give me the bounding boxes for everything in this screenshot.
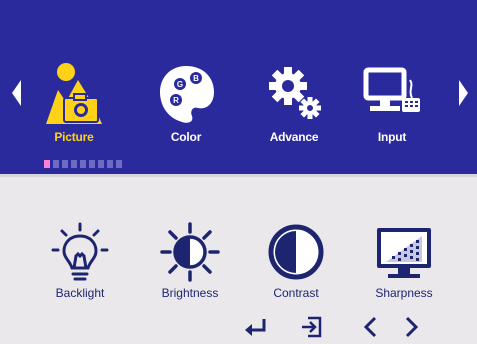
osd-screen: Picture B G R Color Advance Input Backli…	[0, 0, 477, 344]
page-dot	[107, 160, 113, 168]
panel-divider	[0, 174, 477, 177]
palette-letter-g: G	[177, 80, 183, 89]
exit-icon	[302, 316, 322, 338]
page-dot	[80, 160, 86, 168]
palette-letter-r: R	[173, 96, 179, 105]
menu-item-label: Input	[377, 130, 407, 144]
page-dot	[53, 160, 59, 168]
page-dot	[89, 160, 95, 168]
monitor-keyboard-icon	[363, 67, 420, 112]
palette-icon: B G R	[160, 66, 214, 123]
sub-item-label: Sharpness	[375, 286, 433, 300]
right-button[interactable]	[396, 316, 426, 338]
contrast-icon	[268, 224, 324, 280]
picture-icon	[46, 63, 102, 124]
menu-item-label: Picture	[54, 130, 94, 144]
exit-button[interactable]	[298, 316, 328, 338]
menu-item-label: Color	[170, 130, 202, 144]
gears-icon	[269, 67, 321, 119]
sub-item-contrast[interactable]: Contrast	[246, 222, 346, 306]
sun-icon	[160, 222, 220, 282]
enter-icon	[245, 319, 266, 336]
page-dot	[116, 160, 122, 168]
sub-item-label: Brightness	[161, 286, 219, 300]
left-button[interactable]	[356, 316, 386, 338]
menu-item-color[interactable]: B G R Color	[140, 60, 232, 156]
menu-next-arrow-icon[interactable]	[459, 80, 468, 106]
page-indicator	[44, 160, 122, 168]
menu-item-advance[interactable]: Advance	[248, 60, 340, 156]
menu-prev-arrow-icon[interactable]	[12, 80, 21, 106]
page-dot	[71, 160, 77, 168]
chevron-left-icon	[363, 316, 377, 338]
chevron-right-icon	[405, 316, 419, 338]
sub-item-sharpness[interactable]: Sharpness	[354, 222, 454, 306]
sub-item-backlight[interactable]: Backlight	[30, 222, 130, 306]
sub-item-label: Contrast	[273, 286, 319, 300]
menu-item-input[interactable]: Input	[346, 60, 438, 156]
sharpness-icon	[377, 228, 431, 278]
sub-item-label: Backlight	[55, 286, 105, 300]
sub-item-brightness[interactable]: Brightness	[140, 222, 240, 306]
menu-item-picture[interactable]: Picture	[28, 60, 120, 156]
page-dot	[98, 160, 104, 168]
menu-item-label: Advance	[269, 130, 319, 144]
palette-letter-b: B	[193, 74, 199, 83]
enter-button[interactable]	[242, 316, 272, 338]
page-dot	[62, 160, 68, 168]
lightbulb-icon	[51, 222, 109, 281]
page-dot	[44, 160, 50, 168]
